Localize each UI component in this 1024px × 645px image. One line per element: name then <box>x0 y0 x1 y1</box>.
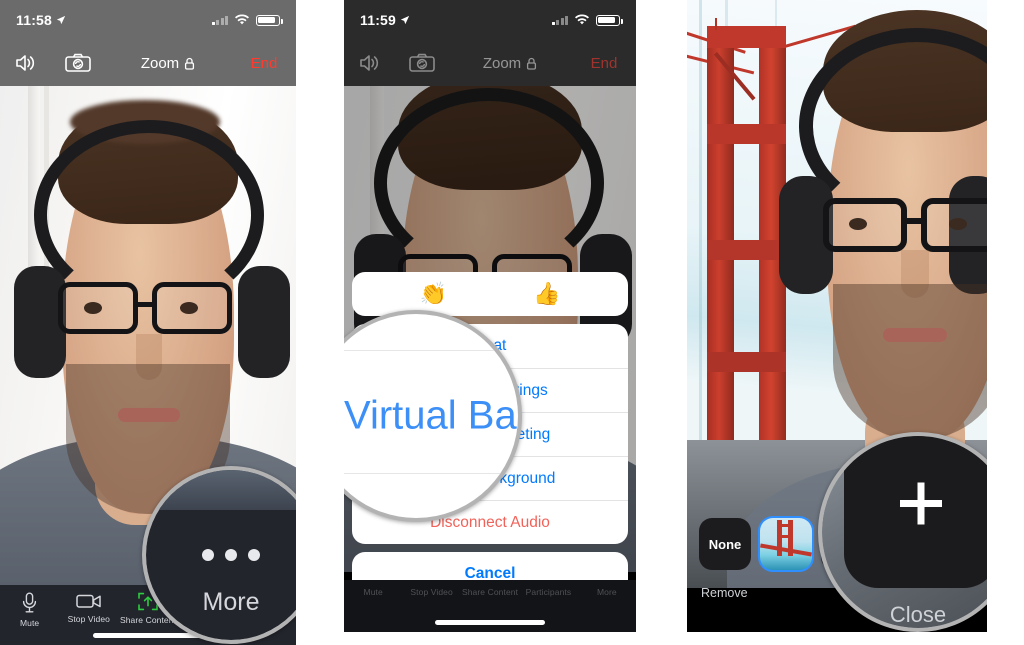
magnified-more-label: More <box>202 588 260 616</box>
magnified-close-label: Close <box>889 602 947 627</box>
status-time: 11:58 <box>16 12 66 28</box>
toolbar-item-share-content[interactable]: Share Content <box>461 587 519 597</box>
toolbar-label-participants: Participants <box>525 587 572 597</box>
reactions-card: 👏 👍 <box>352 272 628 316</box>
magnified-plus-icon <box>890 473 952 540</box>
phone-panel-action-sheet: 11:59 Zoom End 👏 👍 Settings Meeting Back… <box>344 0 636 632</box>
meeting-title-panel2: Zoom <box>448 55 572 72</box>
location-arrow-icon <box>56 15 66 25</box>
toolbar-item-more[interactable]: More <box>578 587 636 597</box>
magnified-virtual-background-label: Virtual Back <box>344 393 518 438</box>
toolbar-label-share-content: Share Content <box>461 587 519 597</box>
vb-thumb-none-label: None <box>708 536 742 552</box>
toolbar-label-stop-video: Stop Video <box>410 587 453 597</box>
thumbs-up-emoji-button[interactable]: 👍 <box>533 281 560 307</box>
toolbar-item-participants[interactable]: Participants <box>519 587 577 597</box>
battery-full-icon <box>256 14 283 26</box>
toolbar-label-mute: Mute <box>19 618 40 628</box>
meeting-title-panel1: Zoom <box>104 55 232 72</box>
signal-bars-icon <box>211 15 228 25</box>
toolbar-label-stop-video: Stop Video <box>67 614 111 624</box>
phone-panel-virtual-background: None + Remove Close C <box>687 0 987 632</box>
toolbar-label-more: More <box>596 587 617 597</box>
meeting-navbar-panel1: Zoom End <box>0 40 296 86</box>
magnified-ellipsis-icon <box>202 549 260 561</box>
vb-thumb-golden-gate-bridge[interactable] <box>758 516 814 572</box>
tutorial-screenshot: 11:58 Zoom End Mute Stop Video Share Mor… <box>0 0 1024 645</box>
speaker-icon[interactable] <box>0 53 52 73</box>
meeting-toolbar-panel2: Mute Stop Video Share Content Participan… <box>344 580 636 632</box>
magnifier-add-background-button: Close <box>818 432 987 632</box>
microphone-icon <box>22 592 37 613</box>
phone-panel-more: 11:58 Zoom End Mute Stop Video Share Mor… <box>0 0 296 645</box>
lock-icon <box>527 57 537 70</box>
status-indicators <box>551 14 623 26</box>
wifi-icon <box>235 14 249 25</box>
reaction-row: 👏 👍 <box>352 272 628 316</box>
status-time: 11:59 <box>360 12 410 28</box>
camera-flip-icon[interactable] <box>52 53 104 73</box>
toolbar-item-stop-video[interactable]: Stop Video <box>59 592 118 624</box>
status-bar-panel2: 11:59 <box>344 0 636 40</box>
end-meeting-button[interactable]: End <box>572 55 636 72</box>
meeting-navbar-panel2: Zoom End <box>344 40 636 86</box>
status-indicators <box>211 14 283 26</box>
remove-background-button[interactable]: Remove <box>701 586 748 600</box>
signal-bars-icon <box>551 15 568 25</box>
vb-thumb-none[interactable]: None <box>699 518 751 570</box>
toolbar-item-mute[interactable]: Mute <box>344 587 402 597</box>
home-indicator-panel2 <box>435 620 545 625</box>
toolbar-label-mute: Mute <box>363 587 383 597</box>
video-camera-icon <box>76 594 101 608</box>
battery-full-icon <box>596 14 623 26</box>
lock-icon <box>185 57 195 70</box>
end-meeting-button[interactable]: End <box>232 55 296 72</box>
location-arrow-icon <box>400 15 410 25</box>
clap-emoji-button[interactable]: 👏 <box>420 281 447 307</box>
magnifier-more-button: More <box>142 466 296 644</box>
speaker-icon[interactable] <box>344 53 396 73</box>
wifi-icon <box>575 14 589 25</box>
status-bar-panel1: 11:58 <box>0 0 296 40</box>
toolbar-item-stop-video[interactable]: Stop Video <box>402 587 460 597</box>
camera-flip-icon[interactable] <box>396 53 448 73</box>
toolbar-item-mute[interactable]: Mute <box>0 592 59 628</box>
